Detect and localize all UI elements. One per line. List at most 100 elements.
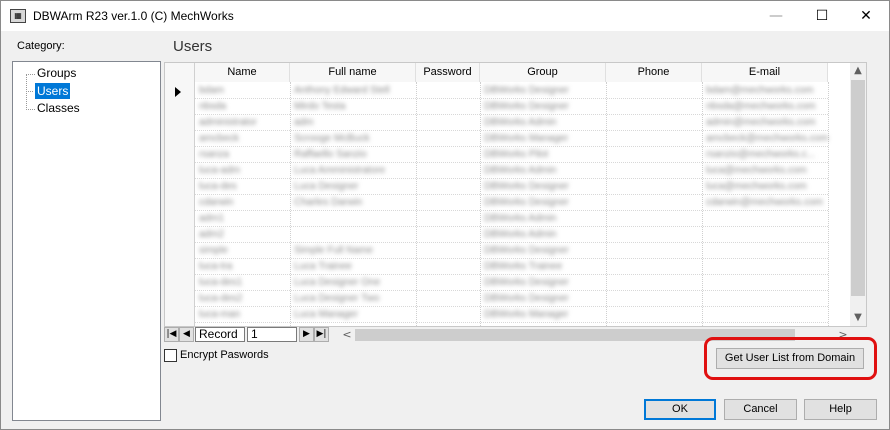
last-record-button[interactable]: ▶| [314, 327, 329, 342]
grid-vertical-scrollbar[interactable]: ▲ ▼ [850, 63, 866, 326]
cell-email[interactable] [706, 275, 828, 291]
first-record-button[interactable]: |◀ [164, 327, 179, 342]
cell-group[interactable]: DBWorks Designer [484, 83, 604, 99]
record-number-input[interactable]: 1 [247, 327, 297, 342]
cell-full-name[interactable] [294, 227, 414, 243]
cell-name[interactable]: cdarwin [199, 195, 287, 211]
cell-phone[interactable] [610, 131, 700, 147]
cell-email[interactable]: rsanzio@mechworks.c... [706, 147, 828, 163]
cell-name[interactable]: adm1 [199, 211, 287, 227]
cell-full-name[interactable]: Charles Darwin [294, 195, 414, 211]
help-button[interactable]: Help [804, 399, 877, 420]
next-record-button[interactable]: ▶ [299, 327, 314, 342]
cell-full-name[interactable]: Simple Full Name [294, 243, 414, 259]
tree-item-classes[interactable]: Classes [35, 100, 82, 116]
column-header-phone[interactable]: Phone [606, 63, 702, 82]
cell-group[interactable]: DBWorks Designer [484, 275, 604, 291]
cell-group[interactable]: DBWorks Designer [484, 179, 604, 195]
cell-name[interactable]: simple [199, 243, 287, 259]
cell-name[interactable]: bdam [199, 83, 287, 99]
cell-password[interactable] [420, 307, 478, 323]
previous-record-button[interactable]: ◀ [179, 327, 194, 342]
cell-phone[interactable] [610, 243, 700, 259]
cell-name[interactable]: luca-des [199, 179, 287, 195]
cell-full-name[interactable]: Luca Designer Two [294, 291, 414, 307]
column-header-email[interactable]: E-mail [702, 63, 828, 82]
ok-button[interactable]: OK [644, 399, 716, 420]
cell-email[interactable] [706, 227, 828, 243]
cell-full-name[interactable]: Anthony Edward Stell [294, 83, 414, 99]
cell-name[interactable]: adm2 [199, 227, 287, 243]
cell-group[interactable]: DBWorks Designer [484, 243, 604, 259]
cell-email[interactable]: luca@mechworks.com [706, 179, 828, 195]
maximize-button[interactable]: ☐ [799, 1, 845, 31]
cell-password[interactable] [420, 227, 478, 243]
scroll-down-icon[interactable]: ▼ [850, 310, 866, 326]
cell-group[interactable]: DBWorks Admin [484, 115, 604, 131]
cell-name[interactable]: luca-des1 [199, 275, 287, 291]
cell-name[interactable]: luca-adm [199, 163, 287, 179]
column-header-full-name[interactable]: Full name [290, 63, 416, 82]
cell-email[interactable]: nbsda@mechworks.com [706, 99, 828, 115]
cell-name[interactable]: rsanza [199, 147, 287, 163]
cell-email[interactable] [706, 243, 828, 259]
cell-group[interactable]: DBWorks Designer [484, 291, 604, 307]
cell-phone[interactable] [610, 99, 700, 115]
cancel-button[interactable]: Cancel [724, 399, 797, 420]
cell-name[interactable]: amcbeck [199, 131, 287, 147]
cell-password[interactable] [420, 147, 478, 163]
cell-phone[interactable] [610, 195, 700, 211]
cell-phone[interactable] [610, 147, 700, 163]
cell-full-name[interactable] [294, 211, 414, 227]
scroll-up-icon[interactable]: ▲ [850, 63, 866, 79]
cell-password[interactable] [420, 83, 478, 99]
cell-full-name[interactable]: Scrooge McBuck [294, 131, 414, 147]
get-user-list-from-domain-button[interactable]: Get User List from Domain [716, 348, 864, 369]
cell-phone[interactable] [610, 211, 700, 227]
cell-email[interactable] [706, 259, 828, 275]
cell-password[interactable] [420, 211, 478, 227]
cell-group[interactable]: DBWorks Designer [484, 195, 604, 211]
cell-group[interactable]: DBWorks Admin [484, 211, 604, 227]
cell-password[interactable] [420, 163, 478, 179]
cell-password[interactable] [420, 195, 478, 211]
cell-group[interactable]: DBWorks Admin [484, 227, 604, 243]
cell-group[interactable]: DBWorks Admin [484, 163, 604, 179]
tree-item-users[interactable]: Users [33, 82, 72, 100]
cell-phone[interactable] [610, 291, 700, 307]
users-grid[interactable]: Name Full name Password Group Phone E-ma… [164, 62, 867, 327]
cell-phone[interactable] [610, 307, 700, 323]
encrypt-passwords-checkbox[interactable] [164, 349, 177, 362]
cell-password[interactable] [420, 291, 478, 307]
cell-password[interactable] [420, 99, 478, 115]
cell-phone[interactable] [610, 179, 700, 195]
cell-phone[interactable] [610, 163, 700, 179]
cell-name[interactable]: luca-tra [199, 259, 287, 275]
cell-phone[interactable] [610, 83, 700, 99]
tree-item-groups[interactable]: Groups [35, 65, 78, 81]
cell-phone[interactable] [610, 259, 700, 275]
cell-full-name[interactable]: Luca Designer One [294, 275, 414, 291]
cell-group[interactable]: DBWorks Manager [484, 307, 604, 323]
cell-full-name[interactable]: Luca Amministratore [294, 163, 414, 179]
cell-full-name[interactable]: Raffaello Sanzio [294, 147, 414, 163]
cell-password[interactable] [420, 115, 478, 131]
cell-email[interactable]: bdam@mechworks.com [706, 83, 828, 99]
column-header-name[interactable]: Name [195, 63, 290, 82]
cell-name[interactable]: luca-man [199, 307, 287, 323]
cell-group[interactable]: DBWorks Pilot [484, 147, 604, 163]
cell-name[interactable]: luca-des2 [199, 291, 287, 307]
cell-email[interactable] [706, 307, 828, 323]
cell-group[interactable]: DBWorks Designer [484, 99, 604, 115]
cell-email[interactable]: amcbeck@mechworks.com [706, 131, 828, 147]
row-selector-column[interactable] [165, 63, 195, 326]
cell-password[interactable] [420, 275, 478, 291]
column-header-group[interactable]: Group [480, 63, 606, 82]
cell-full-name[interactable]: Mirdo Testa [294, 99, 414, 115]
scroll-left-icon[interactable]: < [339, 327, 355, 343]
close-button[interactable]: ✕ [843, 1, 889, 31]
cell-full-name[interactable]: adm [294, 115, 414, 131]
cell-password[interactable] [420, 179, 478, 195]
cell-full-name[interactable]: Luca Trainee [294, 259, 414, 275]
column-header-password[interactable]: Password [416, 63, 480, 82]
